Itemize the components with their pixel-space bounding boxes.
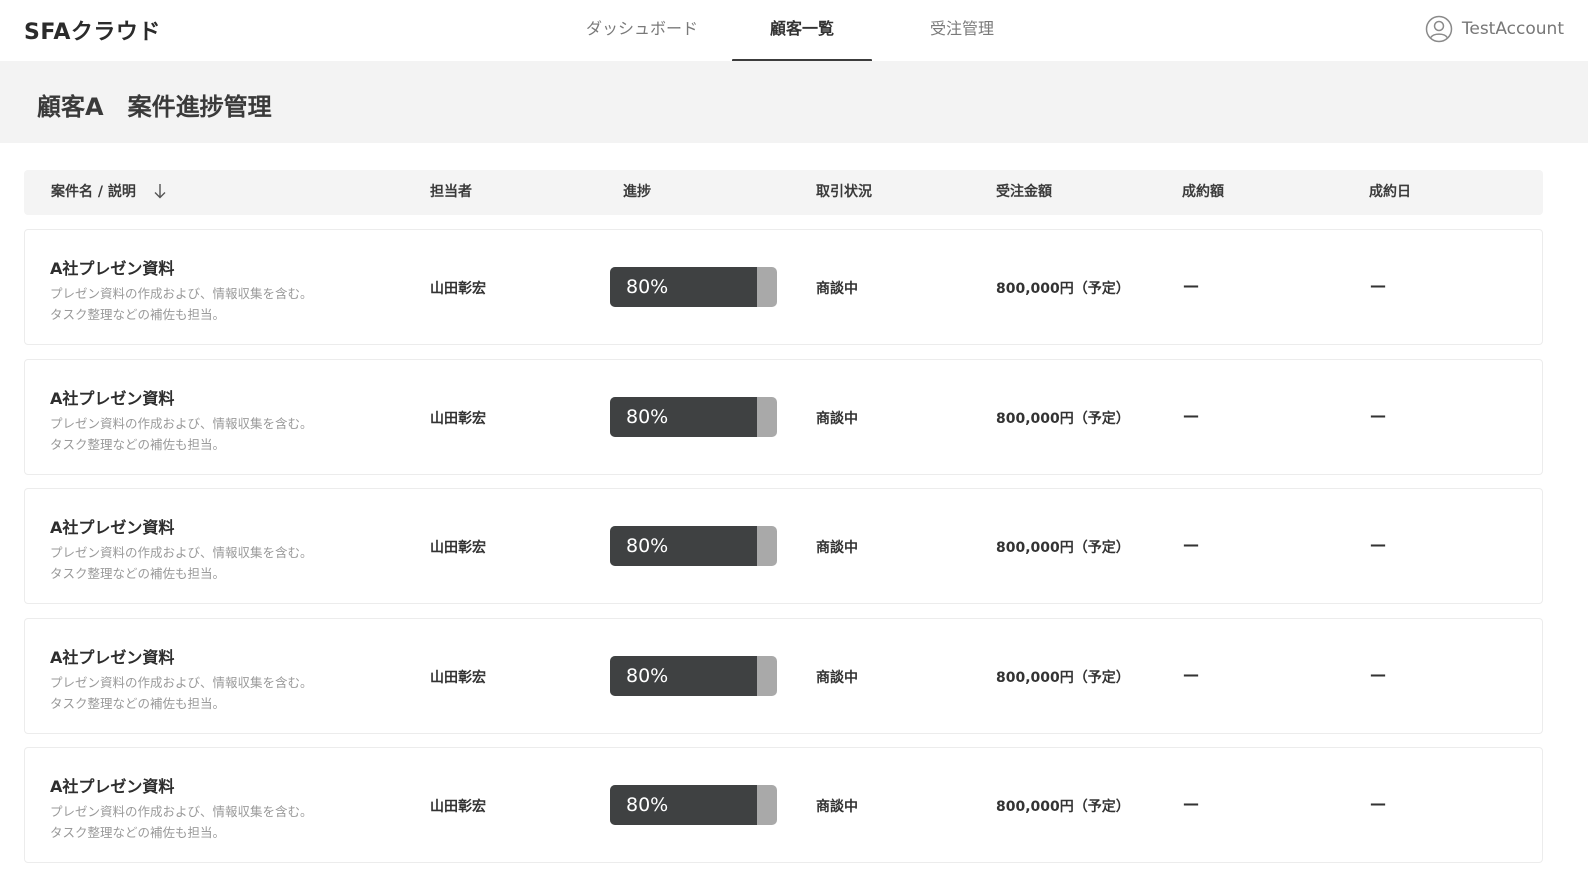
contract-amount: —	[1183, 405, 1199, 425]
tab-customer-list[interactable]: 顧客一覧	[732, 0, 872, 62]
progress-bar: 80%	[610, 785, 777, 825]
deal-status: 商談中	[816, 540, 858, 556]
case-description: プレゼン資料の作成および、情報収集を含む。 タスク整理などの補佐も担当。	[50, 672, 313, 714]
case-title: A社プレゼン資料	[50, 777, 175, 796]
table-row[interactable]: A社プレゼン資料 プレゼン資料の作成および、情報収集を含む。 タスク整理などの補…	[24, 358, 1543, 475]
contract-amount: —	[1183, 794, 1199, 813]
deal-status: 商談中	[816, 669, 858, 686]
top-header: SFAクラウド ダッシュボード 顧客一覧 受注管理 TestAccount	[0, 0, 1588, 62]
progress-label: 80%	[626, 535, 669, 557]
assignee: 山田彰宏	[430, 669, 486, 686]
case-description: プレゼン資料の作成および、情報収集を含む。 タスク整理などの補佐も担当。	[50, 542, 313, 584]
assignee: 山田彰宏	[430, 540, 486, 556]
case-description: プレゼン資料の作成および、情報収集を含む。 タスク整理などの補佐も担当。	[50, 413, 313, 455]
case-title: A社プレゼン資料	[50, 647, 175, 667]
progress-label: 80%	[626, 664, 669, 687]
table-row[interactable]: A社プレゼン資料 プレゼン資料の作成および、情報収集を含む。 タスク整理などの補…	[24, 488, 1543, 604]
case-description-line: プレゼン資料の作成および、情報収集を含む。	[50, 286, 313, 301]
tab-order-management[interactable]: 受注管理	[892, 0, 1032, 61]
arrow-down-icon[interactable]	[153, 183, 167, 199]
assignee: 山田彰宏	[430, 281, 486, 297]
deal-status: 商談中	[816, 799, 858, 815]
contract-date: —	[1370, 794, 1386, 813]
case-description: プレゼン資料の作成および、情報収集を含む。 タスク整理などの補佐も担当。	[50, 283, 313, 325]
progress-bar: 80%	[610, 267, 777, 307]
case-description-line: タスク整理などの補佐も担当。	[50, 436, 226, 452]
tab-dashboard[interactable]: ダッシュボード	[572, 0, 712, 61]
case-description: プレゼン資料の作成および、情報収集を含む。 タスク整理などの補佐も担当。	[50, 801, 313, 843]
case-description-line: プレゼン資料の作成および、情報収集を含む。	[50, 545, 313, 560]
table-header: 案件名 / 説明 担当者 進捗 取引状況 受注金額 成約額 成約日	[24, 170, 1543, 215]
user-circle-icon	[1425, 15, 1453, 43]
contract-amount: —	[1183, 664, 1199, 684]
contract-date: —	[1370, 664, 1386, 684]
assignee: 山田彰宏	[430, 410, 486, 427]
app-logo[interactable]: SFAクラウド	[24, 14, 161, 46]
case-title: A社プレゼン資料	[50, 518, 175, 537]
order-amount: 800,000円（予定）	[996, 669, 1130, 686]
case-description-line: プレゼン資料の作成および、情報収集を含む。	[50, 804, 313, 819]
contract-amount: —	[1183, 535, 1199, 554]
contract-date: —	[1370, 405, 1386, 425]
case-title: A社プレゼン資料	[50, 259, 175, 278]
case-description-line: タスク整理などの補佐も担当。	[50, 695, 226, 711]
table-row[interactable]: A社プレゼン資料 プレゼン資料の作成および、情報収集を含む。 タスク整理などの補…	[24, 617, 1543, 734]
order-amount: 800,000円（予定）	[996, 281, 1130, 297]
case-description-line: プレゼン資料の作成および、情報収集を含む。	[50, 674, 313, 690]
progress-label: 80%	[626, 276, 669, 298]
column-header-progress: 進捗	[623, 184, 651, 200]
page-title: 顧客A 案件進捗管理	[37, 93, 272, 121]
page-title-band: 顧客A 案件進捗管理	[0, 61, 1588, 143]
column-header-status: 取引状況	[816, 184, 872, 200]
account-name: TestAccount	[1461, 19, 1564, 39]
case-description-line: タスク整理などの補佐も担当。	[50, 566, 226, 581]
account-menu[interactable]: TestAccount	[1425, 14, 1564, 44]
deal-status: 商談中	[816, 281, 858, 297]
progress-bar: 80%	[610, 526, 777, 566]
order-amount: 800,000円（予定）	[996, 540, 1130, 556]
contract-date: —	[1370, 276, 1386, 295]
table-row[interactable]: A社プレゼン資料 プレゼン資料の作成および、情報収集を含む。 タスク整理などの補…	[24, 229, 1543, 345]
contract-date: —	[1370, 535, 1386, 554]
column-header-deal: 成約額	[1182, 184, 1224, 200]
deal-status: 商談中	[816, 410, 858, 427]
order-amount: 800,000円（予定）	[996, 799, 1130, 815]
table-row[interactable]: A社プレゼン資料 プレゼン資料の作成および、情報収集を含む。 タスク整理などの補…	[24, 747, 1543, 863]
progress-bar: 80%	[610, 655, 777, 696]
case-description-line: タスク整理などの補佐も担当。	[50, 307, 226, 322]
case-description-line: プレゼン資料の作成および、情報収集を含む。	[50, 415, 313, 431]
column-header-person: 担当者	[430, 184, 472, 200]
assignee: 山田彰宏	[430, 799, 486, 815]
case-list: A社プレゼン資料 プレゼン資料の作成および、情報収集を含む。 タスク整理などの補…	[24, 229, 1543, 877]
column-header-date: 成約日	[1369, 184, 1411, 200]
column-header-name[interactable]: 案件名 / 説明	[51, 170, 167, 215]
column-header-amount: 受注金額	[996, 184, 1052, 200]
case-title: A社プレゼン資料	[50, 388, 175, 408]
contract-amount: —	[1183, 276, 1199, 295]
order-amount: 800,000円（予定）	[996, 410, 1130, 427]
progress-bar: 80%	[610, 396, 777, 437]
progress-label: 80%	[626, 405, 669, 428]
case-description-line: タスク整理などの補佐も担当。	[50, 825, 226, 840]
progress-label: 80%	[626, 794, 669, 816]
column-header-name-label: 案件名 / 説明	[51, 184, 136, 200]
